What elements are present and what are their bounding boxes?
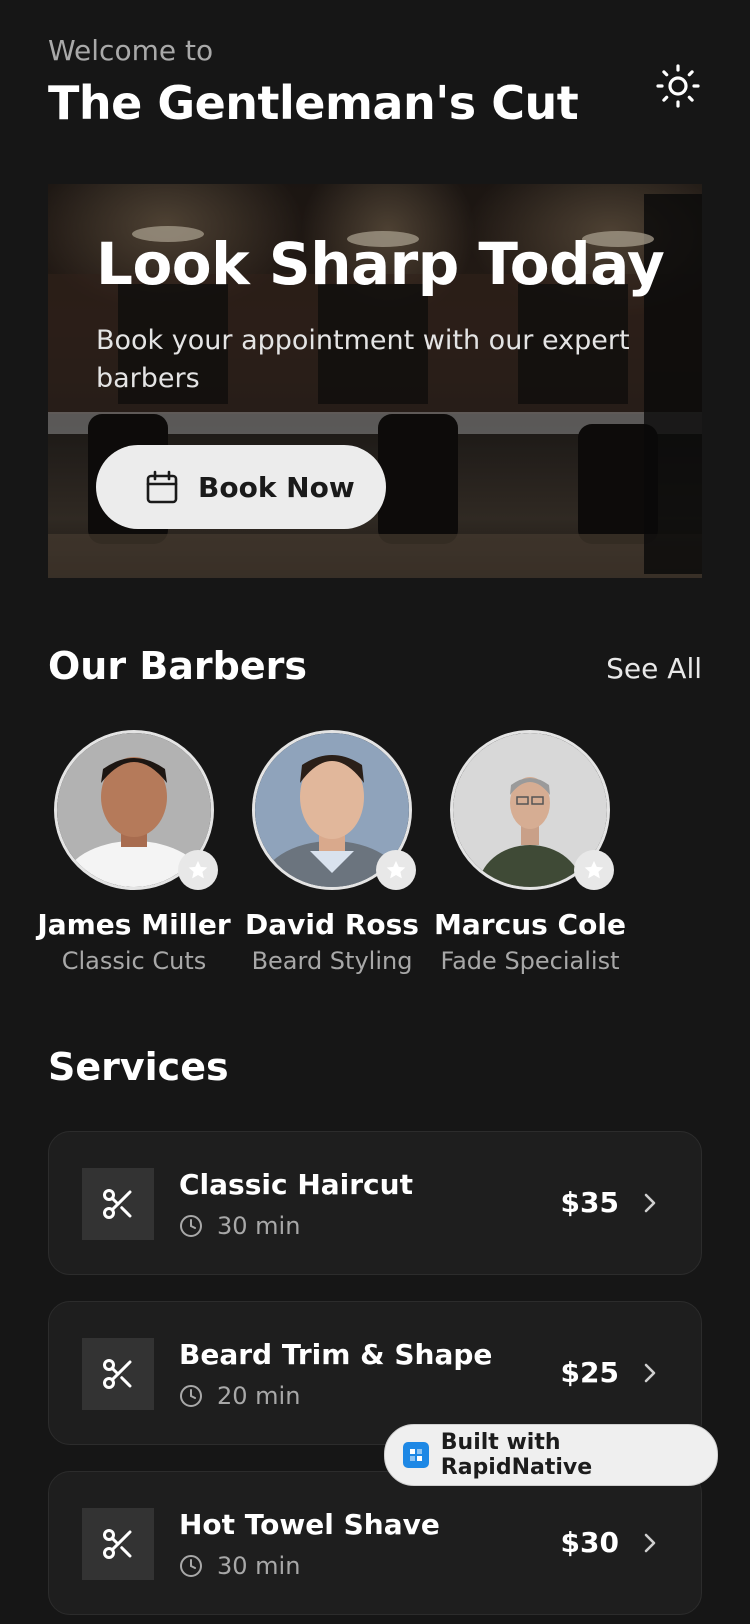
built-with-label: Built with RapidNative: [440, 1430, 593, 1480]
service-duration-text: 30 min: [217, 1212, 301, 1240]
barbers-section-title: Our Barbers: [48, 644, 308, 688]
service-duration: 20 min: [179, 1382, 300, 1410]
calendar-icon: [146, 470, 178, 504]
service-card-classic-haircut[interactable]: Classic Haircut 30 min $35: [48, 1131, 702, 1275]
service-price: $25: [560, 1356, 619, 1389]
barber-name: David Ross: [245, 908, 419, 941]
star-icon: [178, 850, 218, 890]
clock-icon: [180, 1215, 202, 1237]
service-card-hot-towel-shave[interactable]: Hot Towel Shave 30 min $30: [48, 1471, 702, 1615]
scissors-icon: [82, 1168, 154, 1240]
barber-card-david-ross[interactable]: David Ross Beard Styling: [232, 730, 432, 975]
barber-specialty: Fade Specialist: [440, 947, 620, 975]
hero-banner: Look Sharp Today Book your appointment w…: [48, 184, 702, 578]
welcome-label: Welcome to: [48, 34, 214, 67]
barber-name: Marcus Cole: [434, 908, 626, 941]
rapidnative-logo-icon: [403, 1442, 429, 1468]
barber-card-james-miller[interactable]: James Miller Classic Cuts: [34, 730, 234, 975]
service-name: Classic Haircut: [179, 1168, 413, 1201]
service-name: Beard Trim & Shape: [179, 1338, 493, 1371]
clock-icon: [180, 1555, 202, 1577]
services-section-title: Services: [48, 1045, 229, 1089]
star-icon: [376, 850, 416, 890]
built-with-badge[interactable]: Built with RapidNative: [384, 1424, 718, 1486]
see-all-link[interactable]: See All: [606, 652, 702, 685]
chevron-right-icon: [639, 1360, 661, 1386]
app-title: The Gentleman's Cut: [48, 76, 579, 130]
service-duration-text: 30 min: [217, 1552, 301, 1580]
service-duration: 30 min: [179, 1212, 300, 1240]
clock-icon: [180, 1385, 202, 1407]
service-duration: 30 min: [179, 1552, 300, 1580]
scissors-icon: [82, 1338, 154, 1410]
hero-title: Look Sharp Today: [96, 230, 665, 298]
barber-name: James Miller: [37, 908, 231, 941]
book-now-button[interactable]: Book Now: [96, 445, 386, 529]
barber-specialty: Classic Cuts: [61, 947, 207, 975]
scissors-icon: [82, 1508, 154, 1580]
chevron-right-icon: [639, 1530, 661, 1556]
hero-subtitle: Book your appointment with our expert ba…: [96, 325, 630, 394]
theme-toggle-button[interactable]: [650, 58, 706, 114]
service-price: $35: [560, 1186, 619, 1219]
service-name: Hot Towel Shave: [179, 1508, 440, 1541]
chevron-right-icon: [639, 1190, 661, 1216]
barber-specialty: Beard Styling: [251, 947, 413, 975]
service-duration-text: 20 min: [217, 1382, 301, 1410]
book-now-label: Book Now: [198, 470, 355, 504]
barber-card-marcus-cole[interactable]: Marcus Cole Fade Specialist: [430, 730, 630, 975]
star-icon: [574, 850, 614, 890]
service-price: $30: [560, 1526, 619, 1559]
sun-icon: [656, 64, 700, 108]
